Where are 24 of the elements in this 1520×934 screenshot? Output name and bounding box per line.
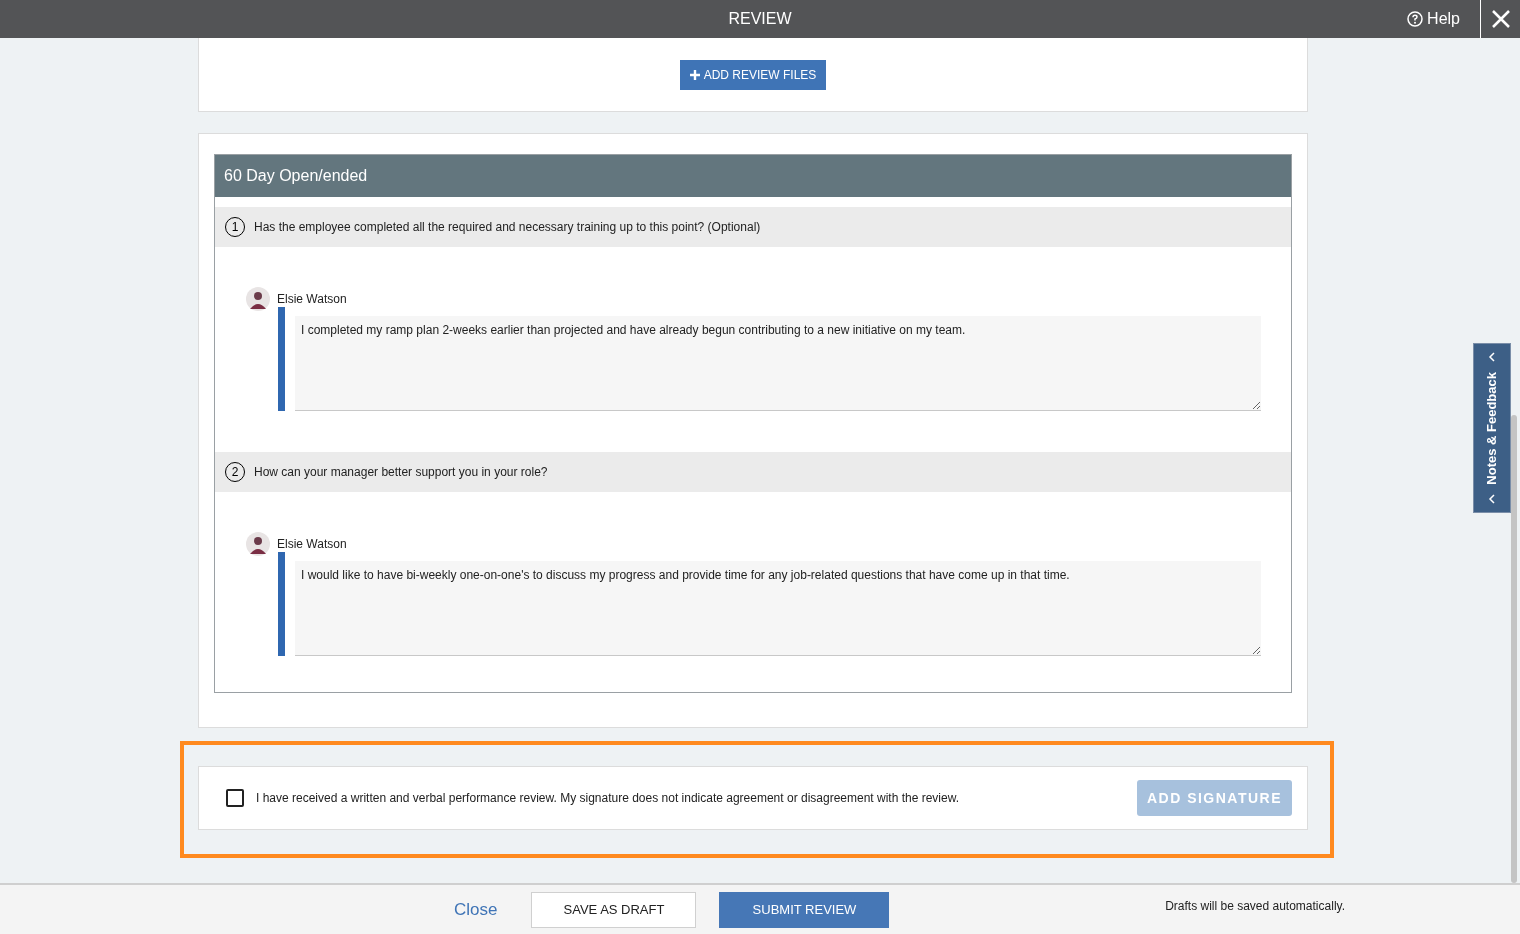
answer-field[interactable]: I completed my ramp plan 2-weeks earlier than projected and have already begun contributing to a new initiative on my team. [295,316,1261,411]
answer-field[interactable]: I would like to have bi-weekly one-on-one's to discuss my progress and provide time for any job-related questions that have come up in that time. [295,561,1261,656]
save-draft-button[interactable]: SAVE AS DRAFT [531,891,697,928]
section-title: 60 Day Open/ended [224,166,368,186]
autosave-note: Drafts will be saved automatically. [1165,898,1345,915]
acknowledge-text: I have received a written and verbal performance review. My signature does not indicate agreement or disagreement with the review. [256,790,960,807]
window-title: REVIEW [728,9,792,29]
submit-review-button[interactable]: SUBMIT REVIEW [719,891,890,928]
question-text: Has the employee completed all the required and necessary training up to this point? (Optional) [254,219,761,236]
plus-icon [689,69,700,80]
help-button[interactable]: Help [1407,7,1480,31]
avatar-icon [246,532,270,556]
author-name: Elsie Watson [277,291,347,308]
question-text: How can your manager better support you in your role? [254,464,548,481]
chevron-left-icon [1488,494,1496,504]
close-icon [1491,10,1510,28]
avatar-icon [246,287,270,311]
help-icon [1407,11,1424,27]
author-name: Elsie Watson [277,536,347,553]
notes-feedback-tab[interactable]: Notes & Feedback [1473,343,1511,513]
close-link[interactable]: Close [454,896,498,923]
chevron-left-icon [1488,352,1496,362]
add-files-button[interactable]: ADD REVIEW FILES [679,59,827,90]
notes-tab-label: Notes & Feedback [1483,371,1501,485]
